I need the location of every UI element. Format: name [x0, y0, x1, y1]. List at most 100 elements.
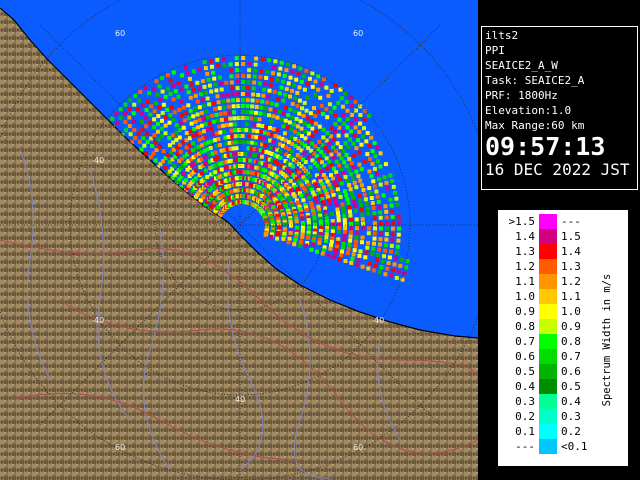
echo-cell — [298, 119, 303, 124]
echo-cell — [362, 192, 367, 197]
color-legend: >1.5 --- 1.4 1.5 1.3 1.4 1.2 1.3 1.1 1.2 1.0 1.1 0.9… — [498, 210, 628, 466]
echo-cell — [218, 112, 223, 116]
echo-cell — [390, 238, 395, 243]
echo-cell — [373, 226, 377, 231]
echo-cell — [246, 92, 250, 97]
echo-cell — [251, 92, 256, 97]
echo-cell — [188, 95, 193, 100]
echo-cell — [348, 238, 353, 243]
echo-cell — [163, 123, 168, 128]
echo-cell — [370, 201, 375, 205]
echo-cell — [308, 174, 313, 179]
echo-cell — [342, 160, 347, 165]
legend-lower-label: 1.1 — [515, 275, 535, 288]
echo-cell — [306, 220, 311, 225]
echo-cell — [157, 105, 162, 110]
echo-cell — [258, 75, 263, 80]
echo-cell — [259, 105, 264, 110]
echo-cell — [279, 117, 284, 122]
echo-cell — [257, 117, 262, 122]
echo-cell — [234, 146, 239, 151]
echo-cell — [294, 77, 299, 82]
echo-cell — [357, 150, 362, 155]
echo-cell — [374, 189, 379, 194]
echo-cell — [304, 243, 309, 248]
echo-cell — [153, 158, 158, 163]
echo-cell — [339, 167, 344, 172]
echo-cell — [260, 99, 265, 104]
echo-cell — [223, 172, 228, 177]
echo-cell — [323, 238, 328, 243]
echo-cell — [398, 263, 403, 268]
echo-cell — [213, 107, 218, 111]
echo-cell — [342, 230, 347, 234]
echo-cell — [194, 132, 199, 137]
echo-cell — [292, 242, 297, 247]
echo-cell — [378, 164, 383, 169]
echo-cell — [259, 154, 264, 159]
echo-cell — [320, 251, 325, 256]
legend-unit-text: Spectrum Width in m/s — [601, 274, 613, 407]
echo-cell — [338, 194, 343, 199]
echo-cell — [384, 232, 389, 237]
echo-cell — [346, 145, 351, 150]
echo-cell — [375, 146, 380, 150]
echo-cell — [123, 111, 128, 116]
echo-cell — [309, 119, 314, 123]
echo-cell — [308, 111, 313, 116]
echo-cell — [226, 98, 231, 103]
echo-cell — [281, 124, 286, 129]
echo-cell — [263, 81, 268, 86]
echo-cell — [273, 134, 278, 138]
scan-date: 16 DEC 2022 JST — [485, 160, 630, 179]
echo-cell — [308, 165, 313, 170]
echo-cell — [302, 100, 307, 105]
echo-cell — [350, 176, 355, 181]
legend-lower-label: 1.0 — [515, 290, 535, 303]
echo-cell — [292, 109, 297, 114]
echo-cell — [334, 159, 339, 164]
echo-cell — [294, 117, 299, 121]
echo-cell — [387, 255, 392, 260]
echo-cell — [220, 180, 225, 185]
echo-cell — [319, 103, 324, 108]
echo-cell — [367, 113, 372, 118]
echo-cell — [277, 109, 282, 114]
echo-cell — [245, 98, 250, 103]
echo-cell — [210, 113, 215, 118]
echo-cell — [171, 83, 176, 88]
echo-cell — [349, 129, 354, 134]
echo-cell — [346, 246, 351, 251]
echo-cell — [224, 80, 229, 85]
echo-cell — [269, 77, 274, 81]
echo-cell — [390, 220, 395, 225]
legend-lower-label: 0.9 — [515, 305, 535, 318]
echo-cell — [240, 110, 245, 114]
legend-swatch — [539, 349, 557, 364]
echo-cell — [344, 100, 349, 105]
echo-cell — [361, 226, 365, 231]
echo-cell — [341, 171, 346, 175]
echo-cell — [295, 90, 300, 95]
echo-cell — [310, 126, 315, 131]
echo-cell — [344, 152, 349, 157]
echo-cell — [336, 133, 341, 138]
echo-cell — [345, 179, 350, 183]
echo-cell — [255, 129, 260, 134]
echo-cell — [206, 181, 211, 186]
echo-cell — [235, 74, 240, 79]
echo-cell — [383, 243, 388, 248]
legend-swatch — [539, 334, 557, 349]
echo-cell — [152, 133, 157, 137]
echo-cell — [354, 169, 359, 174]
echo-cell — [286, 240, 291, 245]
echo-cell — [352, 165, 357, 170]
echo-cell — [377, 247, 382, 252]
radar-ppi-map: 60 60 40 40 40 40 60 60 — [0, 0, 478, 480]
echo-cell — [186, 90, 191, 95]
echo-cell — [254, 104, 259, 109]
legend-lower-label: 1.4 — [515, 230, 535, 243]
echo-cell — [362, 117, 367, 122]
echo-cell — [216, 100, 221, 105]
echo-cell — [188, 128, 193, 133]
